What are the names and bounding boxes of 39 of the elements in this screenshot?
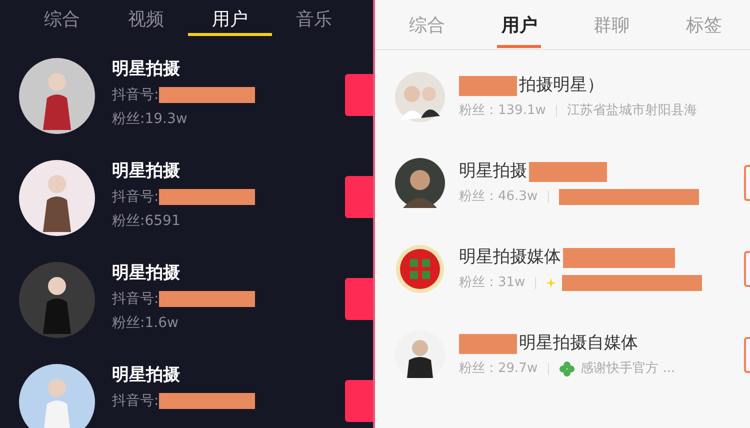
follow-button[interactable]	[345, 380, 373, 422]
user-name: 明星拍摄媒体	[459, 246, 561, 270]
user-name: 明星拍摄	[112, 262, 181, 284]
tab[interactable]: 综合	[20, 0, 104, 36]
detail-text: 感谢快手官方 ...	[580, 360, 676, 378]
fan-count: 粉丝：139.1w	[459, 102, 546, 120]
user-name: 明星拍摄	[459, 160, 527, 184]
user-name: 明星拍摄	[112, 58, 181, 80]
tab[interactable]: 视频	[104, 0, 188, 36]
avatar	[395, 158, 445, 208]
user-name: 明星拍摄	[112, 160, 181, 182]
user-name: 明星拍摄自媒体	[519, 332, 638, 356]
tab[interactable]: 群聊	[566, 0, 658, 49]
user-name: 拍摄明星）	[519, 74, 604, 98]
fan-count: 粉丝：31w	[459, 274, 526, 292]
follow-button[interactable]	[744, 165, 750, 201]
follow-button[interactable]	[345, 74, 373, 116]
follow-button[interactable]	[345, 176, 373, 218]
id-label: 抖音号:	[112, 188, 159, 206]
follow-button[interactable]	[744, 337, 750, 373]
fan-count: 粉丝：46.3w	[459, 188, 538, 206]
id-label: 抖音号:	[112, 86, 159, 104]
tab[interactable]: 用户	[473, 0, 566, 49]
fan-count: 粉丝：29.7w	[459, 360, 538, 378]
user-name: 明星拍摄	[112, 364, 181, 386]
follow-button[interactable]	[345, 278, 373, 320]
fan-count: 粉丝:19.3w	[112, 110, 188, 128]
id-label: 抖音号:	[112, 290, 159, 308]
tab[interactable]: 综合	[381, 0, 474, 49]
follow-button[interactable]	[744, 251, 750, 287]
id-label: 抖音号:	[112, 392, 159, 410]
fan-count: 粉丝:6591	[112, 212, 182, 230]
tab[interactable]: 用户	[188, 0, 272, 36]
emblem-avatar	[395, 244, 445, 294]
detail-text: 江苏省盐城市射阳县海	[566, 102, 697, 120]
avatar	[395, 72, 445, 122]
tab[interactable]: 音乐	[272, 0, 356, 36]
fan-count: 粉丝:1.6w	[112, 314, 180, 332]
tab[interactable]: 标签	[658, 0, 750, 49]
